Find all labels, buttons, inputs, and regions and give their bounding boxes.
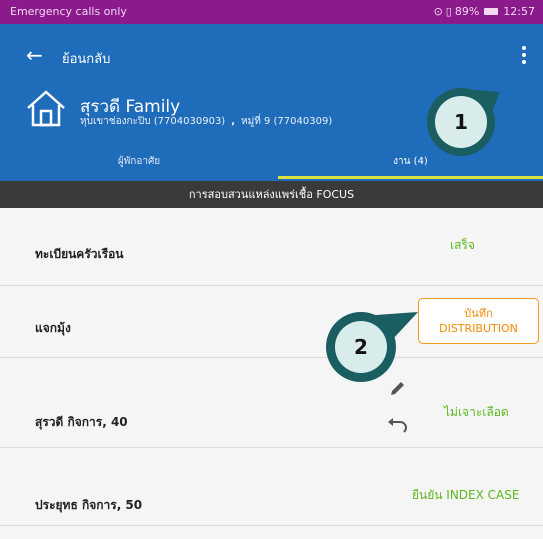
clock: 12:57: [503, 5, 535, 18]
annotation-badge-1: 1: [422, 86, 502, 156]
status-icons: ⊙ ▯ 89% 12:57: [434, 5, 535, 18]
carrier-text: Emergency calls only: [10, 5, 127, 18]
task-label: แจกมุ้ง: [35, 321, 71, 335]
task-status: ไม่เจาะเลือด: [444, 405, 509, 419]
task-row-person-2[interactable]: ประยุทธ กิจการ, 50 ยืนยัน INDEX CASE: [0, 448, 543, 526]
undo-icon[interactable]: [386, 416, 408, 434]
task-label: ประยุทธ กิจการ, 50: [35, 498, 143, 512]
status-bar: Emergency calls only ⊙ ▯ 89% 12:57: [0, 0, 543, 24]
record-distribution-button[interactable]: บันทึก DISTRIBUTION: [418, 298, 539, 344]
vibrate-icon: ▯: [445, 5, 452, 18]
task-row-household-registration[interactable]: ทะเบียนครัวเรือน เสร็จ: [0, 208, 543, 286]
household-location: หุบเขาช่องกะปิบ (7704030903), หมู่ที่ 9 (…: [80, 116, 333, 127]
task-status: เสร็จ: [450, 238, 475, 252]
task-row-person-1[interactable]: สุรวดี กิจการ, 40 ไม่เจาะเลือด: [0, 358, 543, 448]
task-label: ทะเบียนครัวเรือน: [35, 247, 124, 261]
tab-indicator: [278, 176, 543, 179]
task-status: ยืนยัน INDEX CASE: [412, 488, 520, 502]
house-icon: [27, 90, 65, 127]
back-arrow-icon[interactable]: ←: [26, 45, 43, 65]
tab-residents[interactable]: ผู้พักอาศัย: [0, 154, 278, 181]
section-title: การสอบสวนแหล่งแพร่เชื้อ FOCUS: [0, 181, 543, 208]
task-row-net-distribution[interactable]: แจกมุ้ง บันทึก DISTRIBUTION: [0, 286, 543, 358]
battery-icon: [484, 8, 499, 15]
battery-level: 89%: [454, 5, 480, 18]
task-label: สุรวดี กิจการ, 40: [35, 415, 128, 429]
annotation-badge-2: 2: [326, 310, 421, 382]
kebab-menu-icon[interactable]: [521, 46, 527, 64]
location-icon: ⊙: [433, 5, 443, 18]
back-label[interactable]: ย้อนกลับ: [62, 48, 110, 69]
